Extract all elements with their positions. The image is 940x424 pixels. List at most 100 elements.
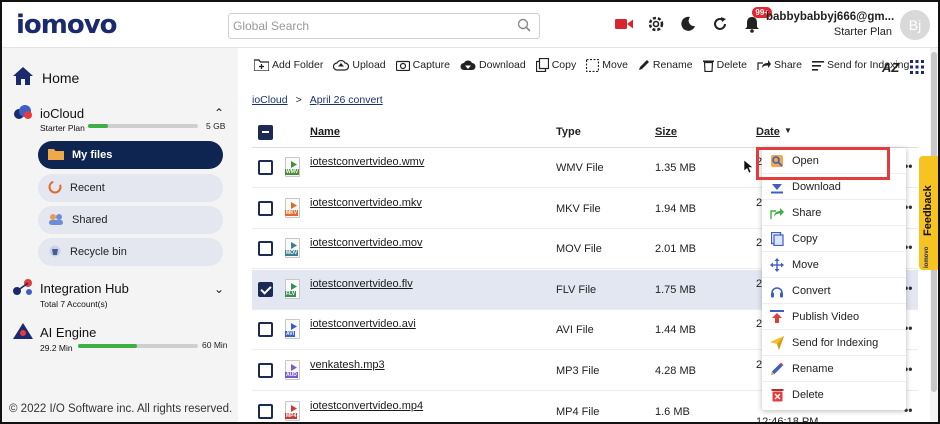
sidebar-item-my-files[interactable]: My files [38,141,223,169]
search-icon[interactable] [517,18,531,35]
select-all-checkbox[interactable] [258,125,273,140]
move-button[interactable]: Move [586,58,628,72]
feedback-label: Feedback [922,185,934,236]
menu-item-send-for-indexing[interactable]: Send for Indexing [762,330,906,356]
row-checkbox[interactable] [258,160,273,175]
file-size: 1.6 MB [655,405,690,418]
sidebar-item-recent[interactable]: Recent [38,174,223,202]
move-icon [586,58,600,72]
video-record-icon[interactable] [614,14,634,34]
sidebar-item-label: Recent [70,182,105,194]
pencil-icon [638,60,649,70]
breadcrumb-current[interactable]: April 26 convert [310,94,383,106]
row-checkbox[interactable] [258,322,273,338]
gear-icon[interactable] [646,14,666,34]
capture-button[interactable]: Capture [395,59,450,71]
row-checkbox[interactable] [258,241,273,257]
sort-desc-icon[interactable]: ▼ [784,126,792,135]
row-checkbox[interactable] [258,363,273,378]
file-type-icon: MKV [285,197,300,218]
file-name-link[interactable]: venkatesh.mp3 [310,359,385,371]
trash-icon [702,60,714,72]
ai-total: 60 Min [202,340,228,350]
search-input[interactable] [233,19,513,33]
file-size: 1.44 MB [655,324,696,337]
file-size: 1.94 MB [655,202,696,215]
add-folder-icon [254,59,269,71]
chevron-up-icon[interactable]: ⌃ [214,106,224,120]
share-icon [770,206,784,220]
column-date[interactable]: Date [756,126,780,138]
rename-button[interactable]: Rename [638,59,693,71]
upload-icon [333,59,350,71]
menu-item-move[interactable]: Move [762,252,906,278]
sidebar-section-integration-hub[interactable]: Integration Hub ⌄ Total 7 Account(s) [12,278,230,309]
breadcrumb-separator: > [295,94,302,106]
download-icon [770,180,784,194]
storage-total: 5 GB [206,121,226,131]
theme-toggle-icon[interactable] [678,14,698,34]
file-type: MP3 File [556,365,600,377]
sidebar-item-shared[interactable]: Shared [38,206,223,234]
sidebar-item-recycle-bin[interactable]: Recycle bin [38,238,223,266]
camera-icon [395,60,410,71]
top-header: iomovo 99+ [2,2,938,48]
file-name-link[interactable]: iotestconvertvideo.mkv [310,197,422,209]
file-type-icon: AVI [285,319,300,340]
sidebar-section-ai-engine[interactable]: AI Engine 29.2 Min 60 Min [12,322,230,353]
column-type[interactable]: Type [556,126,581,138]
feedback-logo: iomovo [924,246,930,268]
grid-view-button[interactable] [910,60,924,74]
grid-view-icon [910,60,924,74]
file-size: 1.75 MB [655,283,696,296]
column-size[interactable]: Size [655,126,677,138]
file-date: 12:46:18 PM [756,415,819,424]
share-icon [757,60,771,70]
menu-item-share[interactable]: Share [762,200,906,226]
download-button[interactable]: Download [460,59,526,71]
column-name[interactable]: Name [310,126,340,138]
file-name-link[interactable]: iotestconvertvideo.avi [310,318,416,330]
user-info[interactable]: babbybabbyj666@gm... Starter Plan [766,11,894,38]
row-checkbox[interactable] [258,281,273,297]
share-button[interactable]: Share [757,59,802,71]
file-name-link[interactable]: iotestconvertvideo.flv [310,278,413,290]
sidebar-section-iocloud[interactable]: ioCloud ⌃ Starter Plan 5 GB [12,104,230,133]
file-name-link[interactable]: iotestconvertvideo.wmv [310,156,424,168]
avatar[interactable]: Bj [900,10,930,40]
menu-item-convert[interactable]: Convert [762,278,906,304]
file-name-link[interactable]: iotestconvertvideo.mp4 [310,400,423,412]
recycle-bin-icon [48,244,62,261]
file-type: AVI File [556,324,594,337]
upload-button[interactable]: Upload [333,59,386,71]
sidebar-item-home[interactable]: Home [12,66,79,89]
header-icons: 99+ [614,7,772,34]
menu-item-copy[interactable]: Copy [762,226,906,252]
app-window: iomovo 99+ [0,0,940,424]
add-folder-button[interactable]: Add Folder [254,59,323,71]
iomovo-logo[interactable]: iomovo [16,10,118,40]
chevron-down-icon[interactable]: ⌄ [214,282,224,296]
logo-text: iomovo [16,10,118,40]
row-checkbox[interactable] [258,403,273,419]
breadcrumb-root[interactable]: ioCloud [252,94,288,106]
menu-item-delete[interactable]: Delete [762,382,906,408]
menu-item-rename[interactable]: Rename [762,356,906,382]
file-type-icon: FLV [285,278,300,299]
file-type-icon: WMV [285,157,300,177]
global-search[interactable] [228,13,540,39]
delete-button[interactable]: Delete [702,59,747,72]
move-arrows-icon [770,257,784,272]
refresh-icon[interactable] [710,14,730,34]
delete-icon [770,388,784,402]
row-checkbox[interactable] [258,200,273,216]
sort-az-button[interactable]: AZ [882,60,899,75]
copy-button[interactable]: Copy [535,58,576,72]
sidebar-item-label: Recycle bin [70,246,127,258]
mouse-cursor-icon [743,159,754,177]
file-name-link[interactable]: iotestconvertvideo.mov [310,237,423,249]
notification-bell-icon[interactable]: 99+ [742,7,772,34]
menu-item-publish-video[interactable]: Publish Video [762,304,906,330]
folder-icon [48,148,64,163]
feedback-tab[interactable]: Feedback iomovo [919,156,938,270]
